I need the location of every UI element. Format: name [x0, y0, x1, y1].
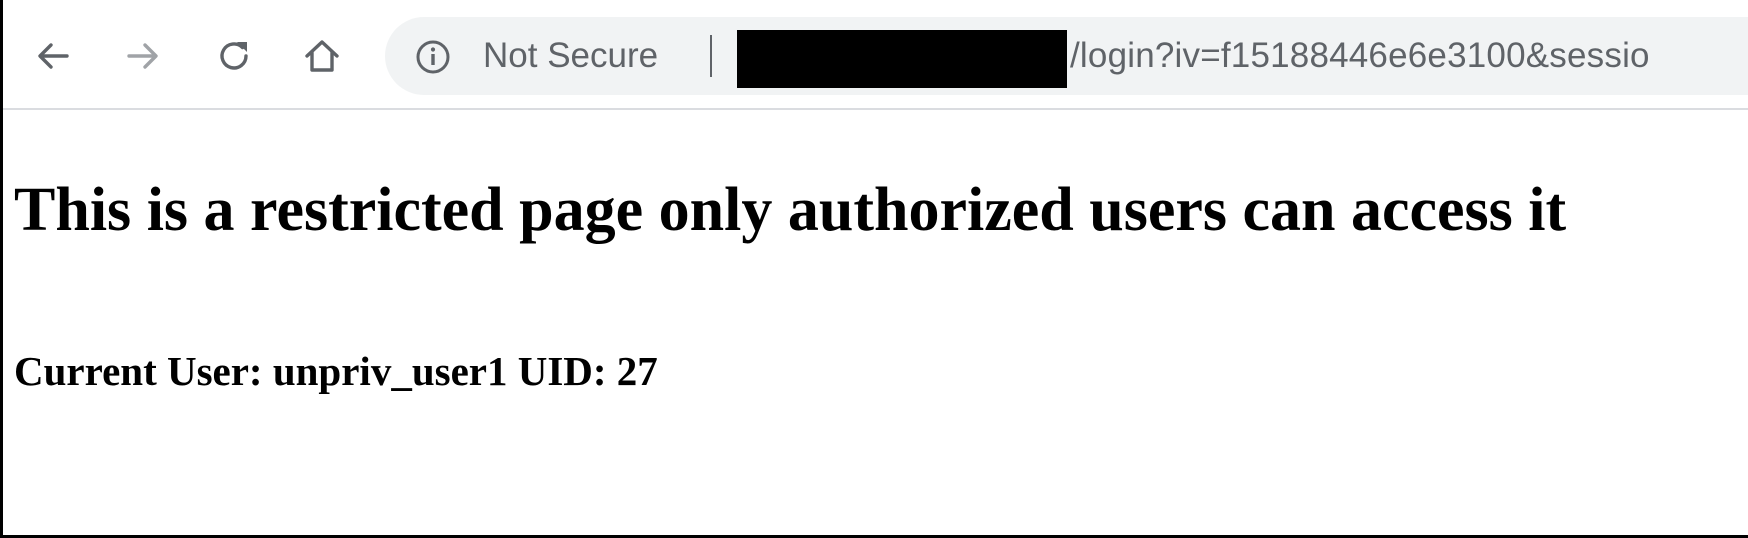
page-heading: This is a restricted page only authorize… [14, 176, 1567, 244]
reload-icon [214, 36, 254, 76]
browser-window: Not Secure /login?iv=f15188446e6e3100&se… [3, 0, 1748, 535]
redacted-hostname [737, 30, 1067, 88]
page-content: This is a restricted page only authorize… [3, 110, 1748, 535]
security-status-label[interactable]: Not Secure [483, 31, 658, 81]
url-path-text[interactable]: /login?iv=f15188446e6e3100&sessio [1070, 31, 1650, 81]
reload-button[interactable] [206, 28, 262, 84]
current-user-info: Current User: unpriv_user1 UID: 27 [14, 348, 658, 394]
info-circle-icon[interactable] [415, 39, 451, 75]
home-button[interactable] [294, 28, 350, 84]
screenshot-frame: Not Secure /login?iv=f15188446e6e3100&se… [0, 0, 1748, 538]
forward-button[interactable] [115, 28, 171, 84]
arrow-left-icon [33, 36, 73, 76]
arrow-right-icon [123, 36, 163, 76]
address-bar[interactable]: Not Secure /login?iv=f15188446e6e3100&se… [385, 17, 1748, 95]
back-button[interactable] [25, 28, 81, 84]
browser-toolbar: Not Secure /login?iv=f15188446e6e3100&se… [3, 0, 1748, 110]
omnibox-divider [710, 35, 712, 77]
home-icon [302, 36, 342, 76]
